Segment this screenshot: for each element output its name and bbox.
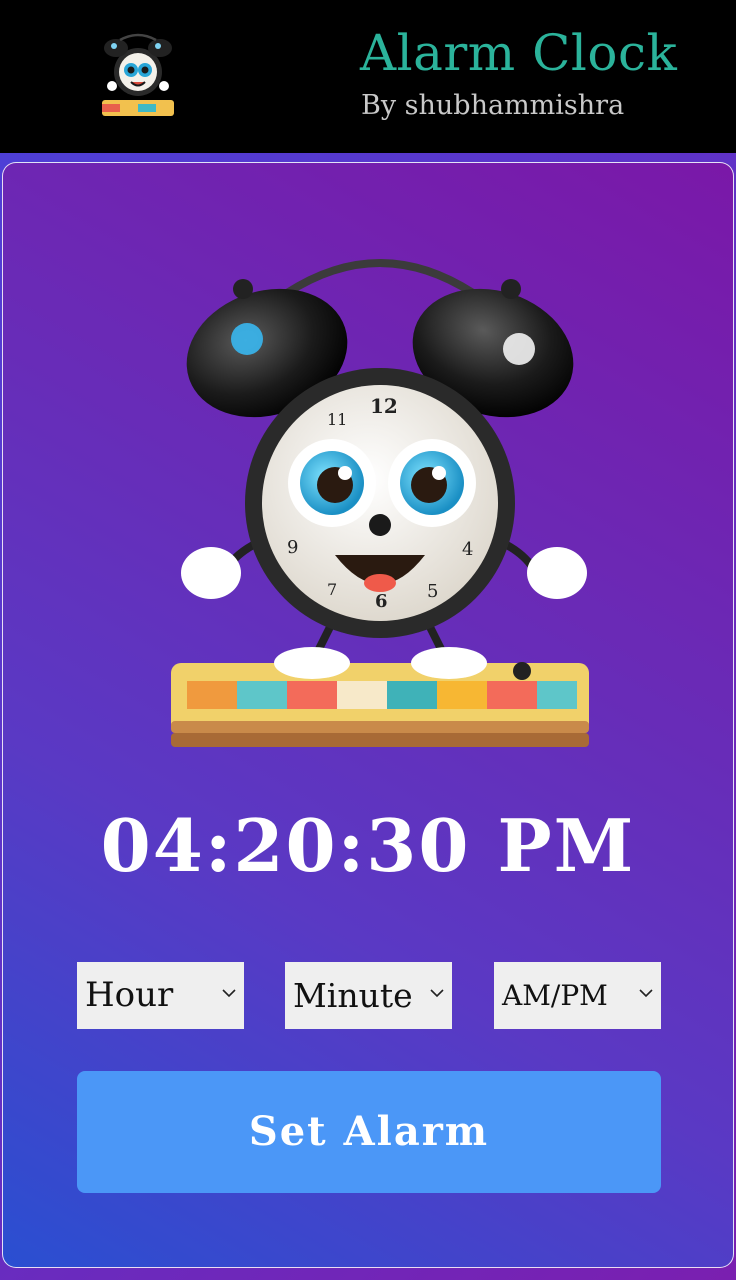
svg-text:5: 5 bbox=[427, 581, 438, 602]
set-alarm-button[interactable]: Set Alarm bbox=[77, 1071, 661, 1193]
ampm-select[interactable]: AM/PM bbox=[494, 962, 661, 1029]
app-header: Alarm Clock By shubhammishra bbox=[0, 0, 736, 153]
chevron-down-icon bbox=[430, 989, 444, 998]
minute-select[interactable]: Minute bbox=[285, 962, 452, 1029]
svg-text:12: 12 bbox=[370, 394, 398, 418]
current-time-display: 04:20:30 PM bbox=[100, 803, 636, 888]
svg-text:11: 11 bbox=[327, 410, 347, 429]
svg-text:4: 4 bbox=[462, 539, 473, 560]
alarm-clock-logo-icon bbox=[102, 33, 174, 116]
page-background: 12 11 9 4 5 6 7 04:20:30 PM Hour Minute … bbox=[0, 153, 736, 1280]
hour-select[interactable]: Hour bbox=[77, 962, 244, 1029]
minute-select-label: Minute bbox=[293, 976, 413, 1015]
app-author: By shubhammishra bbox=[361, 90, 625, 121]
chevron-down-icon bbox=[639, 989, 653, 998]
app-title: Alarm Clock bbox=[360, 24, 678, 82]
alarm-card: 12 11 9 4 5 6 7 04:20:30 PM Hour Minute … bbox=[2, 162, 734, 1268]
svg-text:9: 9 bbox=[287, 537, 298, 558]
svg-text:7: 7 bbox=[327, 580, 337, 599]
ampm-select-label: AM/PM bbox=[502, 979, 608, 1012]
chevron-down-icon bbox=[222, 989, 236, 998]
svg-text:6: 6 bbox=[375, 591, 388, 612]
alarm-clock-mascot-illustration: 12 11 9 4 5 6 7 bbox=[171, 259, 589, 747]
hour-select-label: Hour bbox=[85, 975, 174, 1015]
